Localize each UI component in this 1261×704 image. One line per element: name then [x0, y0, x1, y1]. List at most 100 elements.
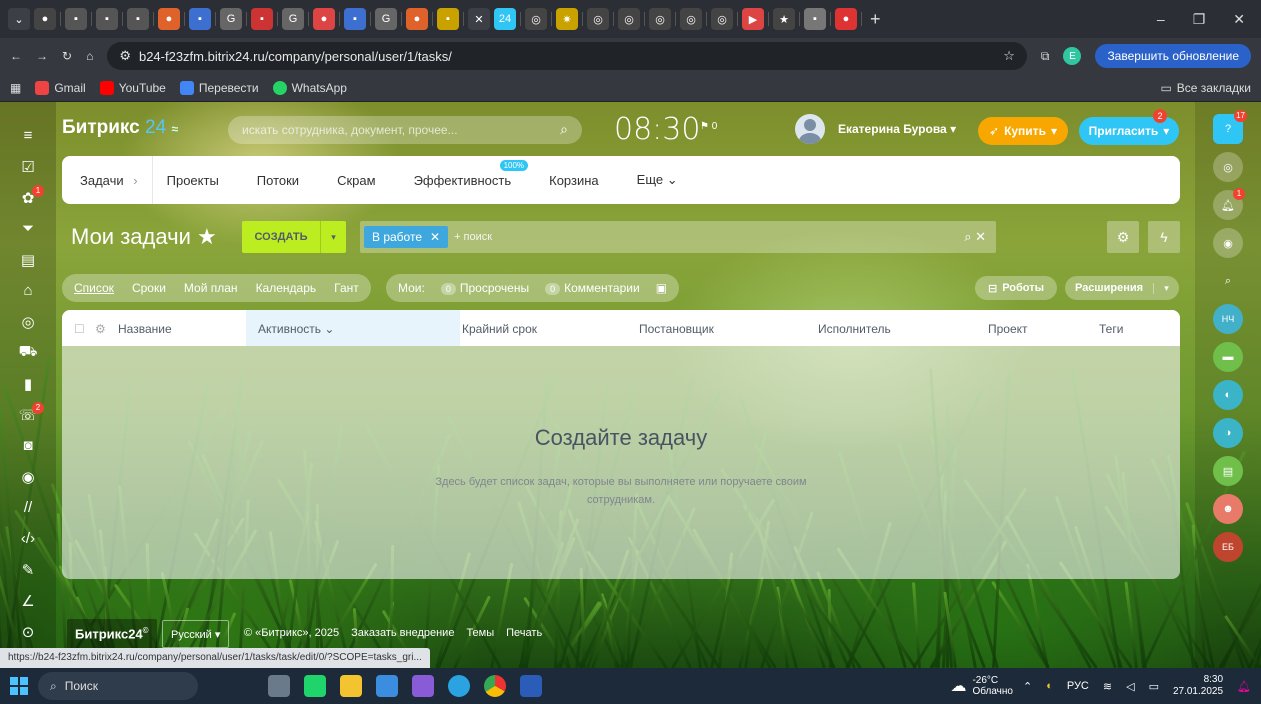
crm-icon[interactable]: ✿ 1 — [0, 182, 56, 213]
tab-favicon[interactable]: ▪ — [344, 8, 366, 30]
forward-icon[interactable]: → — [36, 49, 48, 63]
bitrix-logo[interactable]: Битрикс 24 ≈ — [62, 117, 178, 139]
battery-icon[interactable]: ▭ — [1149, 680, 1159, 693]
column-creator[interactable]: Постановщик — [639, 322, 714, 336]
general-chat-icon[interactable]: ▤ — [1213, 456, 1243, 486]
settings-gear-button[interactable]: ⚙ — [1107, 221, 1139, 253]
footer-order-link[interactable]: Заказать внедрение — [351, 627, 454, 639]
remove-filter-icon[interactable]: ✕ — [430, 230, 440, 244]
tab-favicon[interactable]: ▪ — [189, 8, 211, 30]
all-bookmarks[interactable]: ▭ Все закладки — [1160, 81, 1251, 95]
signature-icon[interactable]: ∠ — [0, 585, 56, 616]
create-task-button[interactable]: СОЗДАТЬ ▾ — [242, 221, 346, 253]
bookmark-youtube[interactable]: YouTube — [99, 80, 166, 95]
filter-search-clear-icons[interactable]: ⌕ ✕ — [964, 229, 996, 245]
tab-favicon[interactable]: ◎ — [525, 8, 547, 30]
tab-list-icon[interactable]: ⌄ — [8, 8, 30, 30]
marketing-icon[interactable]: // — [0, 492, 56, 523]
extensions-button[interactable]: Расширения ▾ — [1065, 276, 1179, 300]
url-bar[interactable]: ⚙ b24-f23zfm.bitrix24.ru/company/persona… — [107, 42, 1027, 70]
tab-favicon[interactable]: ● — [835, 8, 857, 30]
chevron-down-icon[interactable]: ▾ — [1153, 282, 1179, 294]
footer-logo[interactable]: Битрикс24© — [67, 619, 157, 649]
tab-favicon[interactable]: ▪ — [251, 8, 273, 30]
help-icon[interactable]: ? 17 — [1213, 110, 1247, 144]
global-search-input[interactable]: искать сотрудника, документ, прочее... ⌕ — [228, 116, 582, 144]
column-settings-gear-icon[interactable]: ⚙ — [95, 322, 106, 336]
tab-favicon[interactable]: ▪ — [65, 8, 87, 30]
tab-active-bitrix[interactable]: 24 — [494, 8, 516, 30]
contact-center-icon[interactable]: ☏ 2 — [0, 399, 56, 430]
windows-start-icon[interactable] — [10, 677, 28, 695]
nav-scrum[interactable]: Скрам — [337, 173, 375, 188]
back-icon[interactable]: ← — [10, 49, 22, 63]
developer-icon[interactable]: ‹/› — [0, 523, 56, 554]
overdue-counter[interactable]: 0 Просрочены — [440, 281, 529, 295]
user-avatar[interactable] — [795, 114, 825, 144]
view-deadlines[interactable]: Сроки — [132, 281, 166, 295]
group-chat-icon[interactable]: ▬ — [1213, 342, 1243, 372]
tab-favicon[interactable]: ◎ — [649, 8, 671, 30]
user-avatar-small[interactable]: ЕБ — [1213, 532, 1243, 562]
nav-more[interactable]: Еще ⌄ — [637, 172, 678, 188]
filter-icon[interactable]: ⏷ — [0, 213, 56, 244]
app-tray-icon[interactable]: ◐ — [1046, 680, 1053, 692]
automation-button[interactable]: ϟ — [1148, 221, 1180, 253]
column-responsible[interactable]: Исполнитель — [818, 322, 891, 336]
profile-icon[interactable]: E — [1063, 47, 1082, 65]
notification-bell-icon[interactable]: 🔔︎ — [1237, 680, 1251, 693]
tab-favicon[interactable]: ◎ — [587, 8, 609, 30]
home-icon[interactable]: ⌂ — [86, 49, 93, 63]
tab-favicon[interactable]: ● — [313, 8, 335, 30]
footer-print-link[interactable]: Печать — [506, 627, 542, 639]
inventory-icon[interactable]: ◉ — [0, 461, 56, 492]
nav-flows[interactable]: Потоки — [257, 173, 299, 188]
search-icon[interactable]: ⌕ — [560, 121, 568, 138]
wifi-icon[interactable]: ≋ — [1103, 680, 1112, 693]
tab-favicon[interactable]: ▶ — [742, 8, 764, 30]
tab-favicon[interactable]: G — [220, 8, 242, 30]
column-tags[interactable]: Теги — [1099, 322, 1123, 336]
buy-button[interactable]: ➶ Купить ▾ — [978, 117, 1068, 145]
volume-icon[interactable]: ◁ — [1126, 680, 1134, 693]
apps-grid-icon[interactable]: ▦ — [10, 81, 21, 95]
contact-avatar[interactable]: НЧ — [1213, 304, 1243, 334]
visual-studio-icon[interactable] — [412, 675, 434, 697]
extensions-icon[interactable]: ⧉ — [1041, 49, 1050, 64]
restore-icon[interactable]: ❐ — [1193, 11, 1206, 28]
tab-favicon[interactable]: ◎ — [711, 8, 733, 30]
group-icon[interactable]: ◑ — [1213, 418, 1243, 448]
analytics-icon[interactable]: ▮ — [0, 368, 56, 399]
view-myplan[interactable]: Мой план — [184, 281, 238, 295]
pycharm-icon[interactable] — [304, 675, 326, 697]
tab-favicon[interactable]: ▪ — [96, 8, 118, 30]
bookmark-whatsapp[interactable]: WhatsApp — [272, 80, 347, 95]
view-gantt[interactable]: Гант — [334, 281, 359, 295]
shop-icon[interactable]: ⛟ — [0, 337, 56, 368]
column-activity[interactable]: Активность ⌄ — [258, 322, 334, 336]
menu-burger-icon[interactable]: ≡ — [0, 120, 56, 151]
weather-widget[interactable]: ☁ -26°C Облачно — [950, 675, 1013, 697]
copilot-icon[interactable]: ◎ — [1213, 152, 1243, 182]
taskbar-search[interactable]: ⌕ Поиск — [38, 672, 198, 700]
nav-tasks[interactable]: Задачи › — [80, 173, 152, 188]
close-window-icon[interactable]: ✕ — [1233, 11, 1245, 28]
tab-favicon[interactable]: G — [282, 8, 304, 30]
explorer-icon[interactable] — [340, 675, 362, 697]
tab-favicon[interactable]: ▪ — [437, 8, 459, 30]
tab-favicon[interactable]: ◎ — [618, 8, 640, 30]
user-menu[interactable]: Екатерина Бурова ▾ — [838, 122, 956, 136]
select-all-checkbox[interactable]: ☐ — [74, 322, 85, 336]
work-clock[interactable]: 08:30 — [614, 112, 700, 147]
column-name[interactable]: Название — [118, 322, 172, 336]
comments-counter[interactable]: 0 Комментарии — [545, 281, 640, 295]
workday-flag[interactable]: ⚑ 0 — [700, 121, 717, 132]
chat-icon[interactable]: ▣ — [656, 281, 667, 295]
footer-themes-link[interactable]: Темы — [466, 627, 494, 639]
open-lines-icon[interactable]: ◐ — [1213, 380, 1243, 410]
tab-favicon[interactable]: ● — [158, 8, 180, 30]
tab-favicon[interactable]: G — [375, 8, 397, 30]
column-deadline[interactable]: Крайний срок — [462, 322, 537, 336]
create-dropdown-icon[interactable]: ▾ — [320, 221, 346, 253]
new-tab-icon[interactable]: + — [870, 9, 881, 30]
